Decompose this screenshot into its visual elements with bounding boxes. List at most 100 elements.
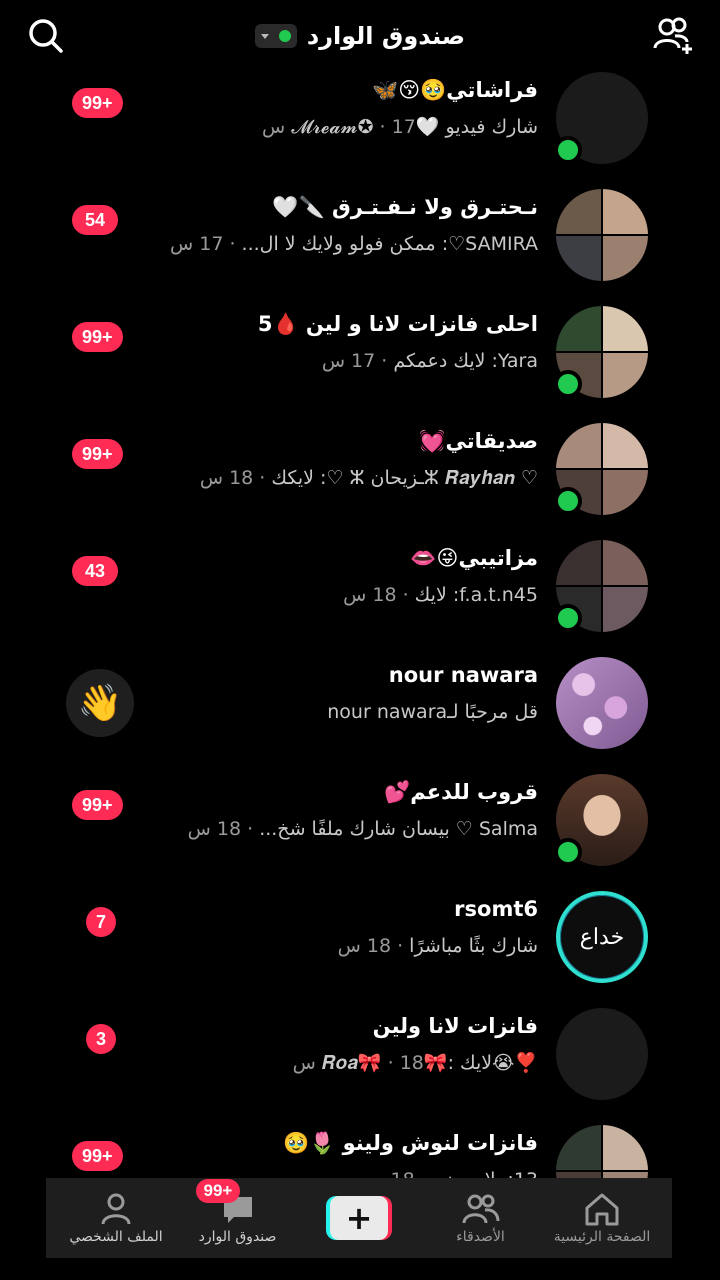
nav-profile[interactable]: الملف الشخصي: [56, 1191, 176, 1245]
separator-dot: ·: [415, 1169, 433, 1178]
avatar-tile: [603, 1125, 648, 1170]
conversation-row[interactable]: نـحتـرق ولا نـفـتـرق 🔪🤍 SAMIRA♡: ممكن فول…: [0, 177, 720, 294]
add-friends-button[interactable]: [652, 14, 696, 58]
conversation-preview-line: 13: يلا يمونن · 18 س: [138, 1163, 538, 1178]
separator-dot: ·: [223, 233, 242, 255]
conversation-preview-line: ❣️😭لايك :🎀𝑹𝒐𝒂🎀 · 18 س: [138, 1046, 538, 1080]
message-preview: Salma ♡ بيسان شارك ملفًا شخ...: [259, 818, 538, 840]
conversation-name: صديقاتي💓: [419, 429, 538, 453]
avatar[interactable]: [556, 189, 648, 281]
create-button[interactable]: +: [326, 1196, 392, 1240]
timestamp: 17 س: [170, 233, 224, 255]
inbox-title-group[interactable]: صندوق الوارد: [254, 22, 466, 50]
avatar[interactable]: [554, 774, 648, 866]
conversation-row[interactable]: فانزات لنوش ولينو 🌷🥹 13: يلا يمونن · 18 س…: [0, 1113, 720, 1178]
unread-count-badge: 99+: [72, 322, 123, 352]
nav-inbox-label: صندوق الوارد: [198, 1229, 277, 1245]
nav-create[interactable]: +: [299, 1196, 419, 1240]
timestamp: 18 س: [199, 467, 254, 489]
unread-count-badge: 43: [72, 556, 118, 586]
nav-home[interactable]: الصفحة الرئيسية: [542, 1191, 662, 1245]
online-status-toggle[interactable]: [254, 24, 297, 48]
search-button[interactable]: [24, 14, 68, 58]
conversation-name: rsomt6: [454, 897, 538, 921]
online-indicator: [554, 604, 582, 632]
profile-icon: [101, 1193, 131, 1225]
avatar[interactable]: [556, 1008, 648, 1100]
unread-count-badge: 99+: [72, 1141, 123, 1171]
avatar-tile: [603, 306, 648, 351]
conversation-row[interactable]: خداع rsomt6 شارك بثًا مباشرًا · 18 س 7: [0, 879, 720, 996]
conversation-preview-line: قل مرحبًا لـnour nawara: [138, 695, 538, 729]
conversation-name: فانزات لانا ولين: [372, 1014, 538, 1038]
conversation-preview-line: شارك بثًا مباشرًا · 18 س: [138, 929, 538, 963]
conversation-preview-line: شارك فيديو 🤍𝓜𝓻𝓮𝓪𝓶✪ · 17 س: [138, 110, 538, 144]
unread-count-badge: 99+: [72, 88, 123, 118]
user-avatar: [556, 657, 648, 749]
conversation-text: صديقاتي💓 ♡ ⵣ 𝑹𝒂𝒚𝒉𝒂𝒏ـزيحان ⵣ ♡: لايكك · 18…: [138, 425, 538, 495]
separator-dot: ·: [391, 935, 410, 957]
nav-inbox[interactable]: 99+ صندوق الوارد: [178, 1179, 298, 1245]
timestamp: 18 س: [343, 584, 397, 606]
user-avatar: [556, 1008, 648, 1100]
avatar[interactable]: [556, 657, 648, 749]
avatar-tile: [603, 470, 648, 515]
avatar-logo-text: خداع: [579, 924, 625, 950]
conversation-list[interactable]: فراشاتي🥹😚🦋 شارك فيديو 🤍𝓜𝓻𝓮𝓪𝓶✪ · 17 س 99+ نـ…: [0, 60, 720, 1178]
conversation-name: مزاتيبي😜👄: [410, 546, 538, 570]
conversation-preview-line: Yara: لايك دعمكم · 17 س: [138, 344, 538, 378]
timestamp: 18 س: [187, 818, 242, 840]
conversation-row[interactable]: صديقاتي💓 ♡ ⵣ 𝑹𝒂𝒚𝒉𝒂𝒏ـزيحان ⵣ ♡: لايكك · 18…: [0, 411, 720, 528]
conversation-name: نـحتـرق ولا نـفـتـرق 🔪🤍: [272, 195, 538, 219]
conversation-row[interactable]: nour nawara قل مرحبًا لـnour nawara 👋: [0, 645, 720, 762]
unread-count-badge: 54: [72, 205, 118, 235]
conversation-text: nour nawara قل مرحبًا لـnour nawara: [138, 659, 538, 729]
avatar-tile: [556, 540, 601, 585]
chevron-down-icon: [260, 33, 269, 39]
conversation-row[interactable]: فانزات لانا ولين ❣️😭لايك :🎀𝑹𝒐𝒂🎀 · 18 س 3: [0, 996, 720, 1113]
avatar[interactable]: [554, 306, 648, 398]
separator-dot: ·: [253, 467, 272, 489]
avatar-tile: [603, 587, 648, 632]
avatar[interactable]: [556, 1125, 648, 1178]
conversation-row[interactable]: فراشاتي🥹😚🦋 شارك فيديو 🤍𝓜𝓻𝓮𝓪𝓶✪ · 17 س 99+: [0, 60, 720, 177]
conversation-row[interactable]: مزاتيبي😜👄 f.a.t.n45: لايك · 18 س 43: [0, 528, 720, 645]
separator-dot: ·: [373, 116, 392, 138]
bottom-nav: الملف الشخصي 99+ صندوق الوارد + الأصدقاء…: [46, 1178, 672, 1258]
avatar-tile: [603, 540, 648, 585]
inbox-count-badge: 99+: [195, 1179, 241, 1203]
timestamp: 18 س: [361, 1169, 414, 1178]
avatar[interactable]: خداع: [556, 891, 648, 983]
online-indicator: [554, 136, 582, 164]
conversation-text: فانزات لنوش ولينو 🌷🥹 13: يلا يمونن · 18 س: [138, 1127, 538, 1178]
avatar-tile: [556, 189, 601, 234]
nav-friends[interactable]: الأصدقاء: [421, 1191, 541, 1245]
avatar[interactable]: [554, 423, 648, 515]
search-icon: [29, 19, 63, 53]
avatar-tile: [603, 423, 648, 468]
timestamp: 17 س: [321, 350, 376, 372]
page-title: صندوق الوارد: [306, 22, 466, 50]
conversation-row[interactable]: قروب للدعم💕 Salma ♡ بيسان شارك ملفًا شخ..…: [0, 762, 720, 879]
message-preview: ♡ ⵣ 𝑹𝒂𝒚𝒉𝒂𝒏ـزيحان ⵣ ♡: لايكك: [271, 467, 538, 489]
conversation-name: فانزات لنوش ولينو 🌷🥹: [283, 1131, 538, 1155]
conversation-text: احلى فانزات لانا و لين 🩸5 Yara: لايك دعمك…: [138, 308, 538, 378]
conversation-name: nour nawara: [388, 663, 538, 687]
conversation-name: قروب للدعم💕: [384, 780, 538, 804]
conversation-text: نـحتـرق ولا نـفـتـرق 🔪🤍 SAMIRA♡: ممكن فول…: [138, 191, 538, 261]
conversation-text: فانزات لانا ولين ❣️😭لايك :🎀𝑹𝒐𝒂🎀 · 18 س: [138, 1010, 538, 1080]
message-preview: شارك بثًا مباشرًا: [409, 935, 538, 957]
message-preview: SAMIRA♡: ممكن فولو ولايك لا ال...: [241, 233, 538, 255]
avatar[interactable]: [554, 72, 648, 164]
plus-icon: +: [330, 1196, 388, 1240]
online-indicator: [554, 370, 582, 398]
unread-count-badge: 99+: [72, 790, 123, 820]
friends-icon: [462, 1194, 499, 1224]
wave-hello-button[interactable]: 👋: [66, 669, 134, 737]
conversation-row[interactable]: احلى فانزات لانا و لين 🩸5 Yara: لايك دعمك…: [0, 294, 720, 411]
avatar[interactable]: [554, 540, 648, 632]
conversation-preview-line: ♡ ⵣ 𝑹𝒂𝒚𝒉𝒂𝒏ـزيحان ⵣ ♡: لايكك · 18 س: [138, 461, 538, 495]
nav-profile-label: الملف الشخصي: [69, 1229, 163, 1245]
message-preview: ❣️😭لايك :🎀𝑹𝒐𝒂🎀: [321, 1052, 538, 1074]
conversation-preview-line: Salma ♡ بيسان شارك ملفًا شخ... · 18 س: [138, 812, 538, 846]
